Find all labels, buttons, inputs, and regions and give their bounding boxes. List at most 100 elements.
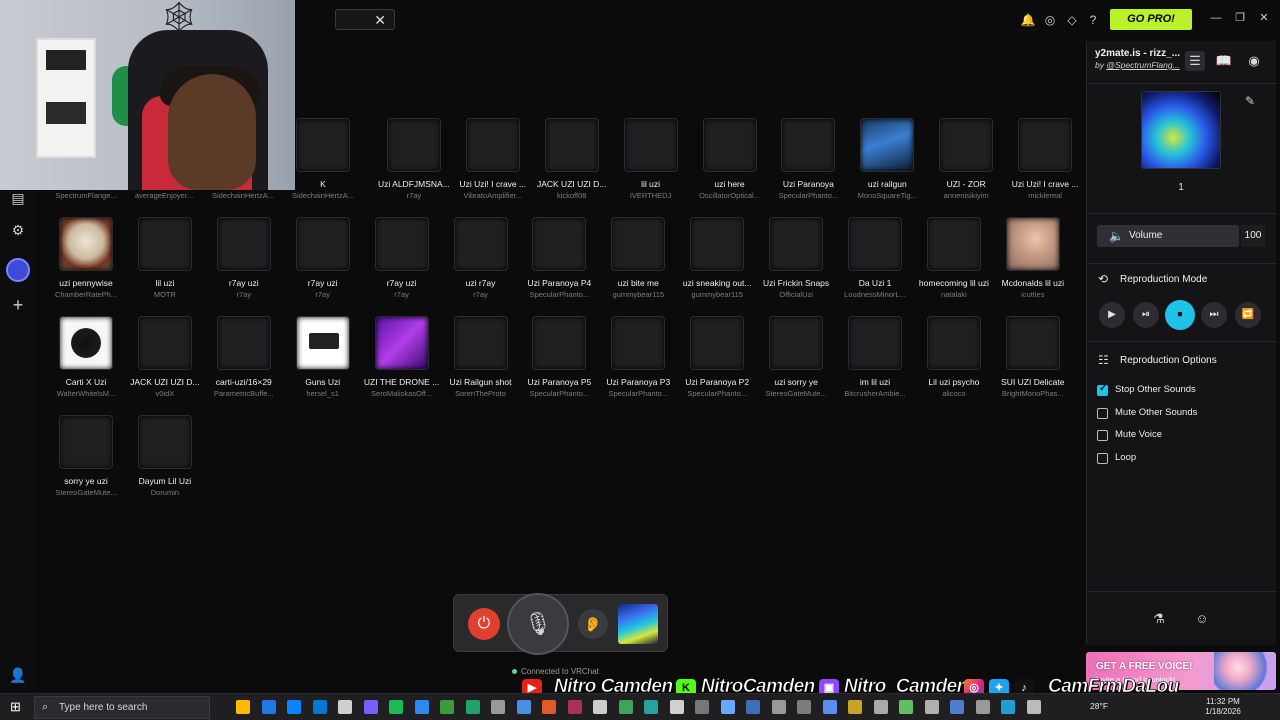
volume-value[interactable]: 100 [1241,225,1265,247]
sound-thumbnail[interactable] [59,217,113,271]
sound-thumbnail[interactable] [702,118,757,172]
sound-thumbnail[interactable] [386,118,441,172]
sound-thumbnail[interactable] [59,415,113,469]
option-checkbox[interactable] [1097,383,1108,396]
taskbar-app-icon[interactable] [873,700,888,714]
sound-thumbnail[interactable] [1018,118,1073,172]
sound-tile[interactable]: JACK UZI UZI D... v0idX [127,316,203,406]
mode-play-pause-icon[interactable]: ⏯ [1133,302,1159,328]
sound-thumbnail[interactable] [453,316,508,370]
power-button[interactable]: ⏻ [468,608,500,640]
sound-thumbnail[interactable] [532,217,587,271]
windows-start-icon[interactable]: ⊞ [10,700,24,714]
now-playing-thumbnail[interactable] [618,604,658,644]
taskbar-app-icon[interactable] [261,700,276,714]
sound-thumbnail[interactable] [295,217,350,271]
sound-thumbnail[interactable] [453,217,508,271]
record-icon[interactable]: ◉ [1244,51,1264,71]
sound-tile[interactable]: Dayum Lil Uzi Dorumin [127,415,203,505]
sliders-icon[interactable]: ☰ [1185,51,1205,71]
sound-thumbnail[interactable] [769,217,824,271]
taskbar-app-icon[interactable] [924,700,939,714]
microphone-button[interactable]: 🎙 [507,593,569,655]
sound-tile[interactable]: Mcdonalds lil uzi icutties [995,217,1071,307]
sound-tile[interactable]: uzi r7ay r7ay [443,217,519,307]
sound-thumbnail[interactable] [216,217,271,271]
taskbar-app-icon[interactable] [899,700,913,714]
author-link[interactable]: @SpectrumFlang... [1106,60,1179,70]
sound-thumbnail[interactable] [848,217,902,271]
sound-tile[interactable]: uzi railgun MonoSquareTig... [849,118,925,208]
sound-tile[interactable]: Uzi Uzi! I crave ... VibratoAmplifier... [455,118,531,208]
taskbar-app-icon[interactable] [312,700,327,714]
sound-tile[interactable]: homecoming lil uzi natalaki [916,217,992,307]
taskbar-app-icon[interactable] [1026,700,1041,714]
minimize-icon[interactable]: — [1209,11,1223,25]
sound-thumbnail[interactable] [623,118,678,172]
sound-thumbnail[interactable] [532,316,587,370]
maximize-icon[interactable]: ❐ [1233,11,1247,25]
active-profile-avatar[interactable] [6,258,30,282]
taskbar-app-icon[interactable] [465,700,480,714]
sound-tile[interactable]: JACK UZI UZI D... kickoff08 [534,118,610,208]
sound-tile[interactable]: uzi pennywise ChamberRatePh... [48,217,124,307]
option-row[interactable]: Mute Other Sounds [1097,405,1267,421]
taskbar-app-icon[interactable] [414,700,429,714]
sound-tile[interactable]: Uzi Paranoya SpecularPhanto... [770,118,846,208]
sound-thumbnail[interactable] [465,118,520,172]
sound-tile[interactable]: Da Uzi 1 LoudnessMinorL... [837,217,913,307]
sound-thumbnail[interactable] [544,118,599,172]
taskbar-app-icon[interactable] [338,700,352,714]
taskbar-app-icon[interactable] [567,700,582,714]
sound-thumbnail[interactable] [137,316,192,370]
mode-loop-icon[interactable]: 🔁 [1235,302,1261,328]
taskbar-app-icon[interactable] [236,700,250,714]
mode-play-stop-icon[interactable]: ⏹ [1165,300,1195,330]
sound-tile[interactable]: UZI - ZOR annenisikiyim [928,118,1004,208]
taskbar-app-icon[interactable] [822,700,837,714]
option-row[interactable]: Mute Voice [1097,427,1267,443]
sound-thumbnail[interactable] [216,316,271,370]
go-pro-button[interactable]: GO PRO! [1110,9,1192,30]
sound-tile[interactable]: SUI UZI Delicate BrightMonoPhas... [995,316,1071,406]
sound-tile[interactable]: r7ay uzi r7ay [364,217,440,307]
sound-tile[interactable]: sorry ye uzi StereoGateMute... [48,415,124,505]
sound-tile[interactable]: Uzi Railgun shot SorenTheProto [443,316,519,406]
sound-thumbnail[interactable] [690,217,745,271]
sound-tile[interactable]: im lil uzi BitcrusherAmbie... [837,316,913,406]
taskbar-app-icon[interactable] [975,700,990,714]
sound-tile[interactable]: UZI THE DRONE ... SeroMaliskasOff... [364,316,440,406]
option-checkbox[interactable] [1097,453,1108,464]
sound-thumbnail[interactable] [374,217,429,271]
sound-thumbnail[interactable] [611,316,666,370]
help-icon[interactable]: ? [1085,12,1101,28]
sound-tile[interactable]: uzi here OscillatorOptical... [692,118,768,208]
sound-tile[interactable]: Lil uzi psycho alicoco [916,316,992,406]
sound-tile[interactable]: Uzi Paranoya P3 SpecularPhanto... [600,316,676,406]
taskbar-app-icon[interactable] [771,700,786,714]
sound-tile[interactable]: Uzi Paranoya P4 SpecularPhanto... [521,217,597,307]
taskbar-app-icon[interactable] [1001,700,1015,714]
option-checkbox[interactable] [1097,430,1108,441]
sound-thumbnail[interactable] [860,118,915,172]
sound-tile[interactable]: Uzi Uzi! I crave ... micklereal [1007,118,1083,208]
edit-pencil-icon[interactable]: ✎ [1245,94,1255,108]
taskbar-app-icon[interactable] [797,700,811,714]
sound-thumbnail[interactable] [59,316,113,370]
sound-thumbnail[interactable] [611,217,666,271]
option-row[interactable]: Stop Other Sounds [1097,382,1267,398]
taskbar-app-icon[interactable] [542,700,556,714]
sound-tile[interactable]: r7ay uzi r7ay [206,217,282,307]
taskbar-app-icon[interactable] [669,700,684,714]
diamond-icon[interactable]: ◇ [1064,12,1080,28]
taskbar-app-icon[interactable] [746,700,760,714]
sound-thumbnail[interactable] [137,415,192,469]
hear-yourself-button[interactable]: 👂 [578,609,608,639]
sound-tile[interactable]: lil uzi MOTR [127,217,203,307]
sound-thumbnail[interactable] [769,316,824,370]
library-icon[interactable]: ▤ [9,189,27,207]
sound-thumbnail[interactable] [374,316,429,370]
sound-thumbnail[interactable] [939,118,994,172]
sound-thumbnail[interactable] [848,316,902,370]
taskbar-app-icon[interactable] [440,700,454,714]
